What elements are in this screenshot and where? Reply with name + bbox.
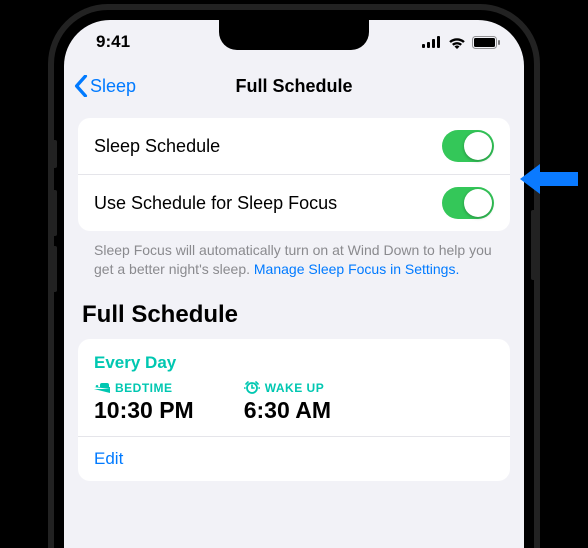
- phone-frame: 9:41 Sleep Full Schedule Sleep Schedule: [48, 4, 540, 548]
- content: Sleep Schedule Use Schedule for Sleep Fo…: [64, 108, 524, 481]
- schedule-days: Every Day: [94, 353, 494, 373]
- silence-switch: [52, 140, 57, 168]
- chevron-left-icon: [74, 75, 88, 97]
- sleep-focus-toggle[interactable]: [442, 187, 494, 219]
- status-indicators: [422, 36, 500, 49]
- notch: [219, 20, 369, 50]
- settings-footer: Sleep Focus will automatically turn on a…: [78, 231, 510, 279]
- nav-bar: Sleep Full Schedule: [64, 64, 524, 108]
- back-label: Sleep: [90, 76, 136, 97]
- bedtime-value: 10:30 PM: [94, 397, 194, 424]
- schedule-card: Every Day BEDTIME 10:30 PM WAKE UP: [78, 339, 510, 481]
- back-button[interactable]: Sleep: [74, 75, 136, 97]
- wifi-icon: [448, 36, 466, 49]
- sleep-schedule-toggle[interactable]: [442, 130, 494, 162]
- schedule-columns: BEDTIME 10:30 PM WAKE UP 6:30 AM: [94, 381, 494, 424]
- wakeup-label-row: WAKE UP: [244, 381, 331, 395]
- callout-arrow-icon: [520, 162, 578, 196]
- wakeup-column: WAKE UP 6:30 AM: [244, 381, 331, 424]
- settings-card: Sleep Schedule Use Schedule for Sleep Fo…: [78, 118, 510, 231]
- page-title: Full Schedule: [235, 76, 352, 97]
- battery-icon: [472, 36, 500, 49]
- full-schedule-header: Full Schedule: [78, 279, 510, 339]
- status-time: 9:41: [96, 32, 130, 52]
- screen: 9:41 Sleep Full Schedule Sleep Schedule: [64, 20, 524, 548]
- power-button: [531, 210, 536, 280]
- sleep-schedule-row: Sleep Schedule: [78, 118, 510, 174]
- volume-down-button: [52, 246, 57, 292]
- alarm-icon: [244, 381, 260, 394]
- bedtime-column: BEDTIME 10:30 PM: [94, 381, 194, 424]
- manage-focus-link[interactable]: Manage Sleep Focus in Settings.: [254, 261, 459, 277]
- sleep-focus-label: Use Schedule for Sleep Focus: [94, 193, 337, 214]
- sleep-focus-row: Use Schedule for Sleep Focus: [78, 174, 510, 231]
- bedtime-label: BEDTIME: [115, 381, 173, 395]
- wakeup-value: 6:30 AM: [244, 397, 331, 424]
- wakeup-label: WAKE UP: [265, 381, 325, 395]
- bed-icon: [94, 382, 110, 393]
- bedtime-label-row: BEDTIME: [94, 381, 194, 395]
- sleep-schedule-label: Sleep Schedule: [94, 136, 220, 157]
- cellular-icon: [422, 36, 442, 48]
- volume-up-button: [52, 190, 57, 236]
- edit-schedule-link[interactable]: Edit: [78, 436, 510, 469]
